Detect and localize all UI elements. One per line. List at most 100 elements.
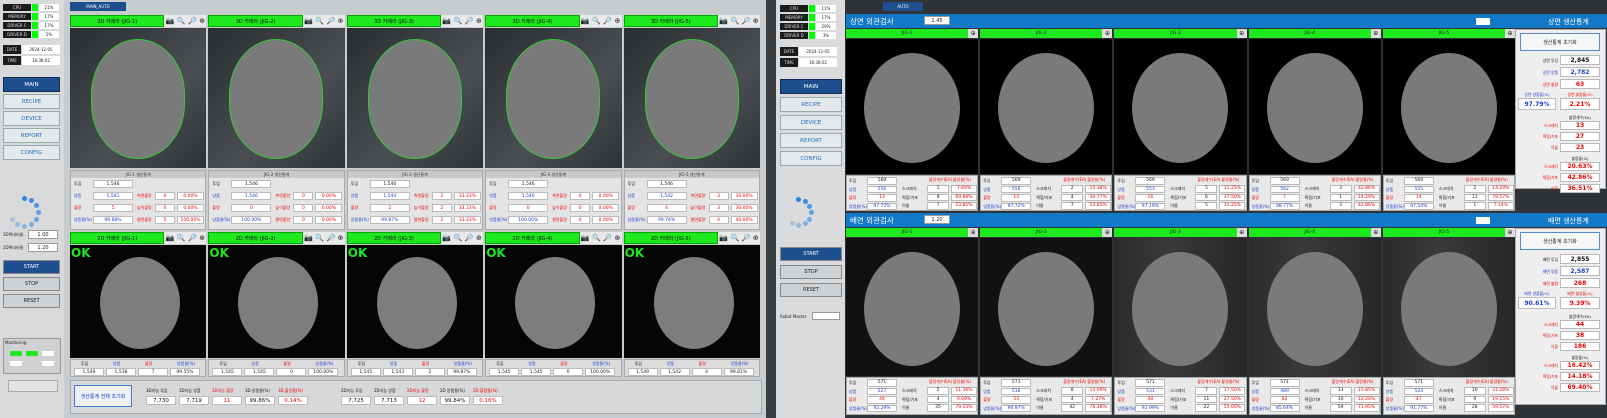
zoom-out-icon[interactable]: 🔎 bbox=[742, 234, 751, 242]
zoom-in-icon[interactable]: 🔍 bbox=[177, 234, 186, 242]
defect-rate: 100.00% bbox=[177, 216, 204, 224]
start-button[interactable]: START bbox=[3, 260, 60, 274]
camera-icon[interactable]: 📷 bbox=[581, 234, 590, 242]
fit-icon[interactable]: ⊕ bbox=[753, 17, 759, 25]
zoom-out-icon[interactable]: 🔎 bbox=[188, 234, 197, 242]
zoom-out-icon[interactable]: 🔎 bbox=[326, 234, 335, 242]
result-label: 투입 bbox=[983, 380, 991, 385]
zoom-out-icon[interactable]: 🔎 bbox=[742, 17, 751, 25]
zoom-out-icon[interactable]: 🔎 bbox=[465, 234, 474, 242]
fit-icon[interactable]: ⊕ bbox=[199, 234, 205, 242]
start-button[interactable]: START bbox=[780, 247, 842, 261]
zoom-out-icon[interactable]: 🔎 bbox=[188, 17, 197, 25]
defect-count: 11 bbox=[1463, 193, 1486, 201]
reset-button[interactable]: RESET bbox=[780, 283, 842, 297]
stat-label: 불량 bbox=[489, 205, 497, 210]
zoom-out-icon[interactable]: 🔎 bbox=[603, 234, 612, 242]
defect-count: 186 bbox=[1560, 342, 1600, 351]
mode-tab[interactable]: AUTO bbox=[883, 2, 923, 11]
zoom-in-icon[interactable]: 🔍 bbox=[454, 17, 463, 25]
part-disc bbox=[1266, 252, 1363, 366]
jig-result-table: 투입 569 양품 556 불량 13 양품율(%) 97.72% 불량개수(EA) 불량율(%)… bbox=[980, 175, 1113, 211]
fit-icon[interactable]: ⊕ bbox=[1505, 29, 1515, 38]
camera-toolbar: 📷 🔍 🔎 ⊕ bbox=[164, 232, 207, 244]
camera-icon[interactable]: 📷 bbox=[166, 234, 175, 242]
zoom-in-icon[interactable]: 🔍 bbox=[730, 234, 739, 242]
fit-icon[interactable]: ⊕ bbox=[968, 29, 979, 38]
time-label: TIME bbox=[3, 56, 21, 65]
camera-icon[interactable]: 📷 bbox=[442, 234, 451, 242]
fit-icon[interactable]: ⊕ bbox=[1370, 228, 1381, 237]
zoom-in-icon[interactable]: 🔍 bbox=[730, 17, 739, 25]
fit-icon[interactable]: ⊕ bbox=[1236, 29, 1247, 38]
stop-button[interactable]: STOP bbox=[780, 265, 842, 279]
fit-icon[interactable]: ⊕ bbox=[1102, 29, 1113, 38]
camera-icon[interactable]: 📷 bbox=[304, 17, 313, 25]
camera-icon[interactable]: 📷 bbox=[581, 17, 590, 25]
defect-count: 4 bbox=[1061, 395, 1084, 403]
zoom-in-icon[interactable]: 🔍 bbox=[177, 17, 186, 25]
fit-icon[interactable]: ⊕ bbox=[614, 17, 620, 25]
stop-button[interactable]: STOP bbox=[3, 277, 60, 291]
reset-stats-button[interactable]: 생산통계 초기화 bbox=[1520, 232, 1600, 250]
reset-stats-button[interactable]: 생산통계 초기화 bbox=[1520, 33, 1600, 51]
camera-icon[interactable]: 📷 bbox=[719, 17, 728, 25]
fit-icon[interactable]: ⊕ bbox=[1370, 29, 1381, 38]
defect-label: 찍힘/기포 bbox=[902, 396, 919, 402]
nav-config-button[interactable]: CONFIG bbox=[3, 145, 60, 160]
zoom-in-icon[interactable]: 🔍 bbox=[592, 234, 601, 242]
defect-count: 1 bbox=[1463, 202, 1486, 210]
robot-master-field[interactable] bbox=[812, 312, 840, 320]
zoom-out-icon[interactable]: 🔎 bbox=[326, 17, 335, 25]
summary-rate: 100.00% bbox=[585, 368, 616, 376]
fit-icon[interactable]: ⊕ bbox=[614, 234, 620, 242]
fit-icon[interactable]: ⊕ bbox=[1102, 228, 1113, 237]
fit-icon[interactable]: ⊕ bbox=[476, 17, 482, 25]
fit-icon[interactable]: ⊕ bbox=[476, 234, 482, 242]
defect-label: 평면불량 bbox=[413, 217, 429, 222]
fit-icon[interactable]: ⊕ bbox=[199, 17, 205, 25]
total-label: 2D 양품율(%) bbox=[440, 388, 465, 393]
fit-icon[interactable]: ⊕ bbox=[1505, 228, 1515, 237]
camera-icon[interactable]: 📷 bbox=[166, 17, 175, 25]
camera-icon[interactable]: 📷 bbox=[304, 234, 313, 242]
reset-all-stats-button[interactable]: 생산통계 전체 초기화 bbox=[74, 385, 132, 407]
defect-rate: 0.00% bbox=[315, 216, 343, 224]
result-ng: 44 bbox=[867, 396, 897, 404]
mode-tab[interactable]: MAIN_AUTO bbox=[70, 2, 126, 11]
zoom2d-input[interactable]: 1.20 bbox=[28, 243, 58, 252]
part-disc bbox=[100, 257, 180, 349]
nav-report-button[interactable]: REPORT bbox=[3, 128, 60, 143]
nav-report-button[interactable]: REPORT bbox=[780, 133, 842, 148]
fit-icon[interactable]: ⊕ bbox=[338, 17, 344, 25]
fit-icon[interactable]: ⊕ bbox=[968, 228, 979, 237]
bottom-zoom-input[interactable]: 1.20 bbox=[924, 215, 950, 224]
fit-icon[interactable]: ⊕ bbox=[753, 234, 759, 242]
top-zoom-input[interactable]: 1.45 bbox=[924, 16, 950, 25]
fit-icon[interactable]: ⊕ bbox=[338, 234, 344, 242]
zoom-in-icon[interactable]: 🔍 bbox=[592, 17, 601, 25]
nav-recipe-button[interactable]: RECIPE bbox=[3, 94, 60, 109]
nav-device-button[interactable]: DEVICE bbox=[3, 111, 60, 126]
nav-device-button[interactable]: DEVICE bbox=[780, 115, 842, 130]
zoom3d-input[interactable]: 1.00 bbox=[28, 230, 58, 239]
nav-main-button[interactable]: MAIN bbox=[3, 77, 60, 92]
part-disc bbox=[1132, 53, 1229, 163]
reset-button[interactable]: RESET bbox=[3, 294, 60, 308]
zoom-out-icon[interactable]: 🔎 bbox=[465, 17, 474, 25]
defect-label: 높이불량 bbox=[690, 205, 706, 210]
zoom-in-icon[interactable]: 🔍 bbox=[315, 17, 324, 25]
camera-icon[interactable]: 📷 bbox=[719, 234, 728, 242]
zoom-in-icon[interactable]: 🔍 bbox=[315, 234, 324, 242]
camera-icon[interactable]: 📷 bbox=[442, 17, 451, 25]
usage-bar bbox=[809, 4, 815, 12]
nav-config-button[interactable]: CONFIG bbox=[780, 151, 842, 166]
result-in: 571 bbox=[1269, 379, 1300, 387]
nav-main-button[interactable]: MAIN bbox=[780, 79, 842, 94]
zoom-in-icon[interactable]: 🔍 bbox=[454, 234, 463, 242]
zoom-out-icon[interactable]: 🔎 bbox=[603, 17, 612, 25]
fit-icon[interactable]: ⊕ bbox=[1236, 228, 1247, 237]
nav-recipe-button[interactable]: RECIPE bbox=[780, 97, 842, 112]
total-good: 7,719 bbox=[179, 396, 209, 405]
defect-count-header: 불량개수(EA) bbox=[929, 379, 953, 384]
